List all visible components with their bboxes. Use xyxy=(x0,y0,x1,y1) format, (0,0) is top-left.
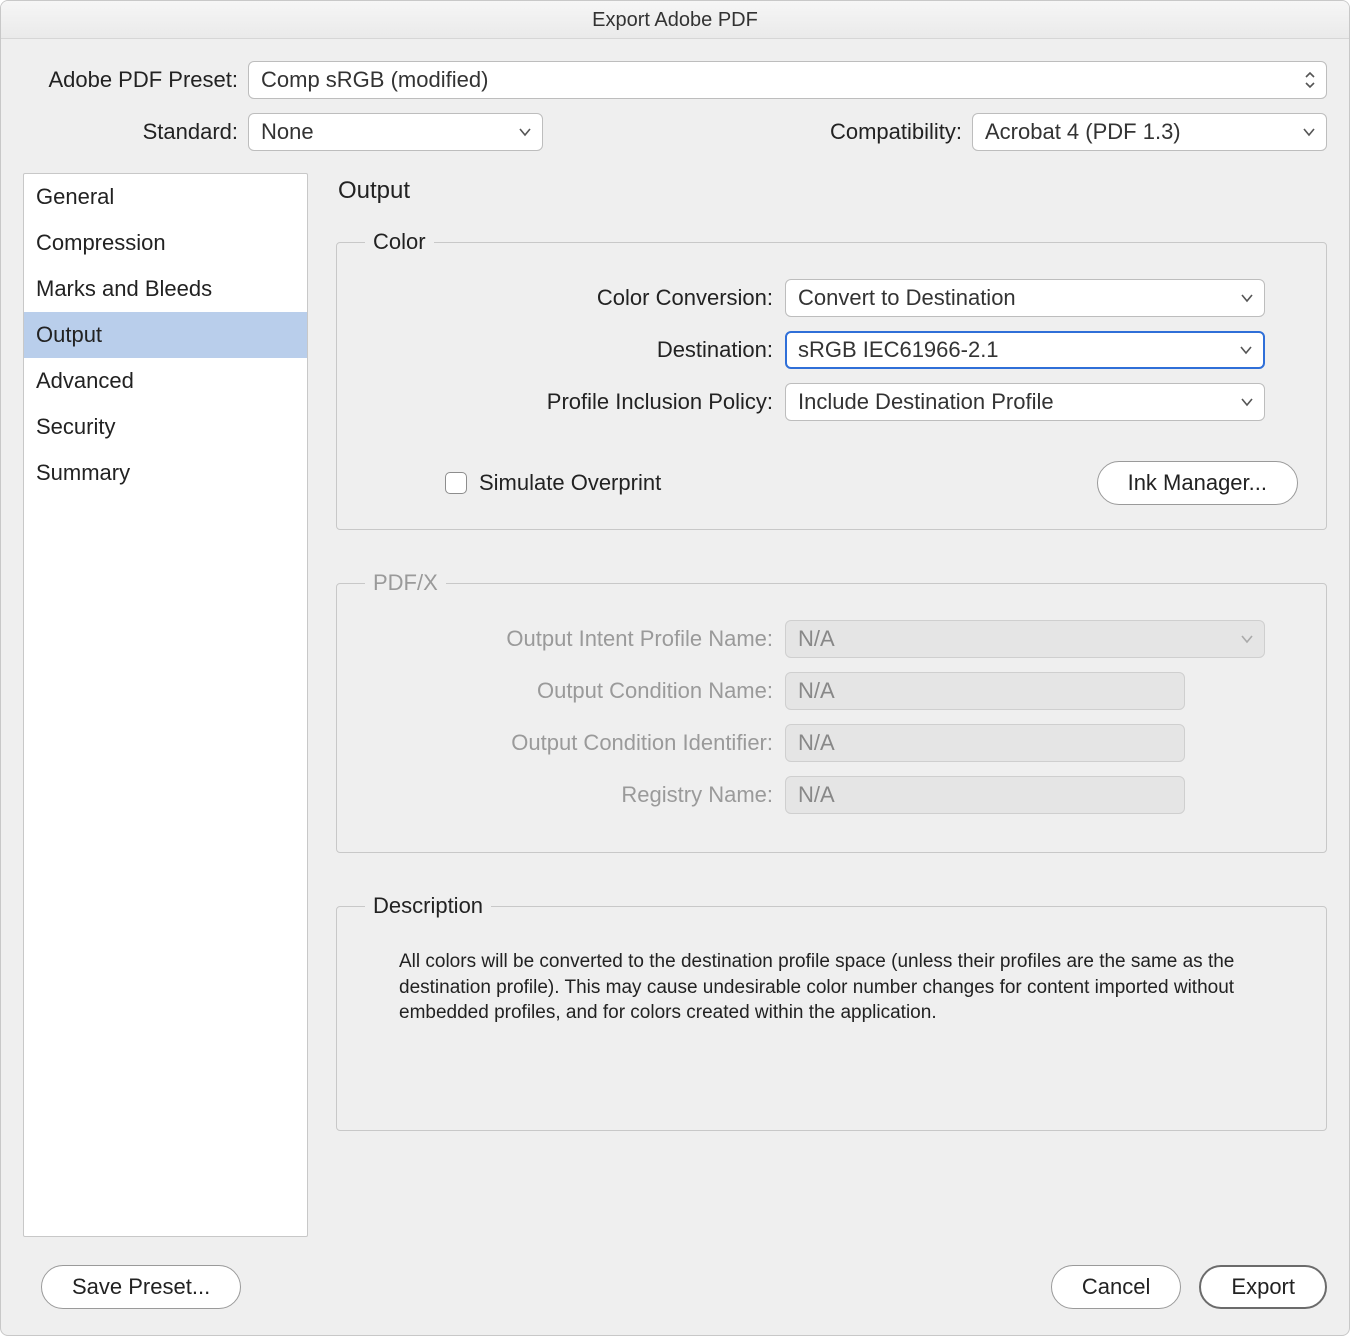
intent-profile-select: N/A xyxy=(785,620,1265,658)
chevron-down-icon xyxy=(1302,127,1316,137)
profile-policy-label: Profile Inclusion Policy: xyxy=(355,389,785,415)
output-panel: Output Color Color Conversion: Convert t… xyxy=(336,173,1327,1255)
condition-name-label: Output Condition Name: xyxy=(355,678,785,704)
sidebar-item-output[interactable]: Output xyxy=(24,312,307,358)
intent-profile-label: Output Intent Profile Name: xyxy=(355,626,785,652)
description-text: All colors will be converted to the dest… xyxy=(355,943,1308,1106)
color-conversion-value: Convert to Destination xyxy=(798,285,1016,311)
chevron-down-icon xyxy=(1239,345,1253,355)
sidebar-item-general[interactable]: General xyxy=(24,174,307,220)
registry-name-value: N/A xyxy=(798,782,835,808)
condition-id-label: Output Condition Identifier: xyxy=(355,730,785,756)
pdfx-group: PDF/X Output Intent Profile Name: N/A Ou… xyxy=(336,570,1327,853)
compatibility-value: Acrobat 4 (PDF 1.3) xyxy=(985,119,1181,145)
sidebar-item-security[interactable]: Security xyxy=(24,404,307,450)
registry-name-input: N/A xyxy=(785,776,1185,814)
profile-policy-value: Include Destination Profile xyxy=(798,389,1054,415)
description-group: Description All colors will be converted… xyxy=(336,893,1327,1131)
description-legend: Description xyxy=(365,893,491,919)
window-title: Export Adobe PDF xyxy=(1,1,1349,39)
standard-value: None xyxy=(261,119,314,145)
compatibility-select[interactable]: Acrobat 4 (PDF 1.3) xyxy=(972,113,1327,151)
sidebar-item-compression[interactable]: Compression xyxy=(24,220,307,266)
ink-manager-button[interactable]: Ink Manager... xyxy=(1097,461,1298,505)
checkbox-box xyxy=(445,472,467,494)
sidebar-item-advanced[interactable]: Advanced xyxy=(24,358,307,404)
sidebar-item-label: Marks and Bleeds xyxy=(36,276,212,301)
save-preset-button[interactable]: Save Preset... xyxy=(41,1265,241,1309)
registry-name-label: Registry Name: xyxy=(355,782,785,808)
chevron-down-icon xyxy=(1240,293,1254,303)
cancel-label: Cancel xyxy=(1082,1274,1150,1300)
sidebar-item-marks-and-bleeds[interactable]: Marks and Bleeds xyxy=(24,266,307,312)
standard-select[interactable]: None xyxy=(248,113,543,151)
condition-name-value: N/A xyxy=(798,678,835,704)
sidebar-item-label: Output xyxy=(36,322,102,347)
sidebar-item-label: Summary xyxy=(36,460,130,485)
export-pdf-window: Export Adobe PDF Adobe PDF Preset: Comp … xyxy=(0,0,1350,1336)
cancel-button[interactable]: Cancel xyxy=(1051,1265,1181,1309)
compatibility-label: Compatibility: xyxy=(830,119,972,145)
condition-name-input: N/A xyxy=(785,672,1185,710)
sidebar-item-label: Compression xyxy=(36,230,166,255)
preset-label: Adobe PDF Preset: xyxy=(23,67,248,93)
condition-id-input: N/A xyxy=(785,724,1185,762)
intent-profile-value: N/A xyxy=(798,626,835,652)
chevron-down-icon xyxy=(1240,634,1254,644)
header: Adobe PDF Preset: Comp sRGB (modified) S… xyxy=(1,39,1349,173)
panel-title: Output xyxy=(338,177,1327,205)
footer: Save Preset... Cancel Export xyxy=(1,1255,1349,1335)
sidebar-item-label: General xyxy=(36,184,114,209)
sidebar-item-label: Security xyxy=(36,414,115,439)
chevron-down-icon xyxy=(1240,397,1254,407)
sidebar-item-summary[interactable]: Summary xyxy=(24,450,307,496)
condition-id-value: N/A xyxy=(798,730,835,756)
destination-value: sRGB IEC61966-2.1 xyxy=(798,337,999,363)
export-label: Export xyxy=(1231,1274,1295,1300)
preset-select[interactable]: Comp sRGB (modified) xyxy=(248,61,1327,99)
profile-policy-select[interactable]: Include Destination Profile xyxy=(785,383,1265,421)
sidebar: General Compression Marks and Bleeds Out… xyxy=(23,173,308,1237)
color-group: Color Color Conversion: Convert to Desti… xyxy=(336,229,1327,530)
sidebar-item-label: Advanced xyxy=(36,368,134,393)
chevron-updown-icon xyxy=(1304,71,1316,89)
preset-value: Comp sRGB (modified) xyxy=(261,67,488,93)
color-conversion-select[interactable]: Convert to Destination xyxy=(785,279,1265,317)
standard-label: Standard: xyxy=(23,119,248,145)
pdfx-legend: PDF/X xyxy=(365,570,446,596)
export-button[interactable]: Export xyxy=(1199,1265,1327,1309)
simulate-overprint-label: Simulate Overprint xyxy=(479,470,661,496)
color-legend: Color xyxy=(365,229,434,255)
simulate-overprint-checkbox[interactable]: Simulate Overprint xyxy=(445,470,661,496)
destination-label: Destination: xyxy=(355,337,785,363)
chevron-down-icon xyxy=(518,127,532,137)
destination-select[interactable]: sRGB IEC61966-2.1 xyxy=(785,331,1265,369)
color-conversion-label: Color Conversion: xyxy=(355,285,785,311)
ink-manager-label: Ink Manager... xyxy=(1128,470,1267,496)
save-preset-label: Save Preset... xyxy=(72,1274,210,1300)
